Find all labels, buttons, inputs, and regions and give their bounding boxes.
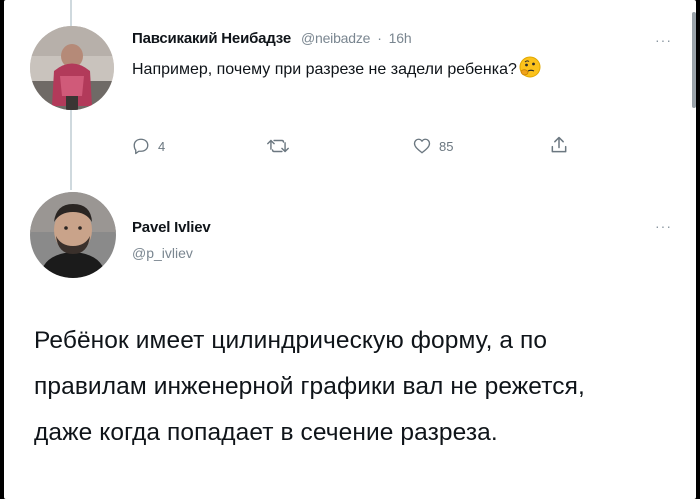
- tweet-text: Например, почему при разрезе не задели р…: [132, 61, 517, 78]
- tweet-thread: Павсикакий Неибадзе @neibadze · 16h ··· …: [4, 0, 696, 499]
- display-name-text[interactable]: Павсикакий Неибадзе: [132, 30, 291, 47]
- thread-line-bottom: [70, 110, 72, 190]
- display-name[interactable]: Pavel Ivliev: [132, 219, 211, 236]
- scrollbar[interactable]: [692, 12, 696, 108]
- separator: ·: [377, 30, 382, 46]
- retweet-button[interactable]: [267, 137, 289, 155]
- retweet-icon: [267, 139, 289, 153]
- like-count: 85: [439, 138, 454, 154]
- avatar[interactable]: [30, 192, 116, 278]
- like-button[interactable]: 85: [413, 137, 453, 155]
- display-name[interactable]: Павсикакий Неибадзе @neibadze · 16h: [132, 30, 412, 47]
- more-options-icon[interactable]: ···: [655, 218, 672, 234]
- handle[interactable]: @p_ivliev: [132, 245, 193, 261]
- timestamp[interactable]: 16h: [389, 30, 412, 46]
- thread-line-top: [70, 0, 72, 26]
- reply-icon: [133, 138, 149, 155]
- like-icon: [413, 138, 431, 154]
- reply-count: 4: [158, 138, 166, 154]
- tweet-text: Ребёнок имеет цилиндрическую форму, а по…: [34, 327, 585, 446]
- reply-button[interactable]: 4: [132, 137, 165, 155]
- avatar-photo-icon: [30, 192, 116, 278]
- share-button[interactable]: [549, 135, 569, 155]
- handle[interactable]: @neibadze: [301, 30, 370, 46]
- share-icon: [551, 136, 567, 153]
- avatar-photo-icon: [30, 26, 114, 110]
- thinking-face-emoji-icon: [519, 56, 541, 85]
- more-options-icon[interactable]: ···: [655, 32, 672, 48]
- tweet-text-container: Например, почему при разрезе не задели р…: [132, 56, 572, 85]
- avatar[interactable]: [30, 26, 114, 110]
